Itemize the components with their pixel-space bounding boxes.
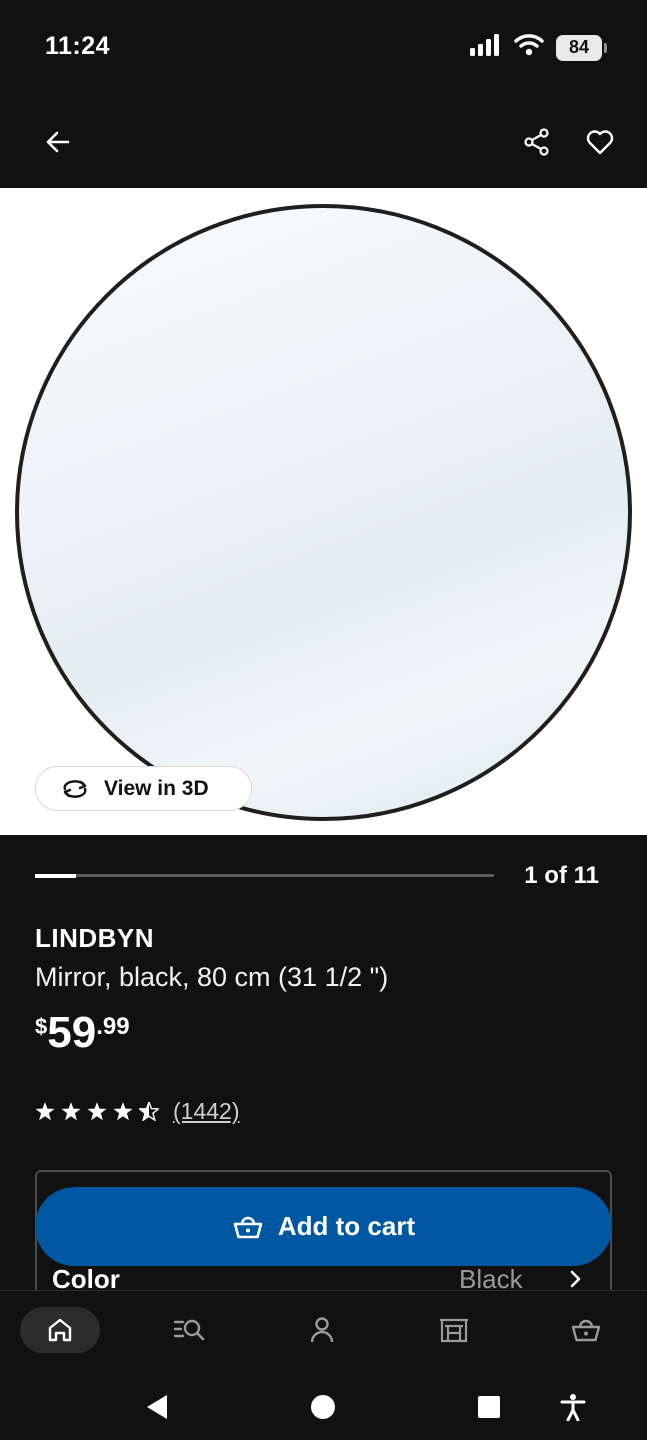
back-button[interactable] bbox=[36, 120, 80, 164]
nav-profile[interactable] bbox=[282, 1307, 362, 1353]
gallery-progress-bar bbox=[35, 873, 494, 878]
view-in-3d-label: View in 3D bbox=[104, 776, 209, 800]
star-rating bbox=[35, 1102, 159, 1121]
status-time: 11:24 bbox=[45, 32, 111, 60]
product-price: $ 59 .99 bbox=[35, 1008, 130, 1058]
system-back-button[interactable] bbox=[142, 1392, 172, 1422]
favorite-button[interactable] bbox=[578, 120, 622, 164]
gallery-progress-fill bbox=[35, 873, 77, 878]
accessibility-button[interactable] bbox=[558, 1392, 588, 1422]
circle-home-icon bbox=[311, 1395, 335, 1419]
review-count-link[interactable]: (1442) bbox=[173, 1098, 239, 1125]
cart-basket-icon bbox=[571, 1319, 601, 1342]
nav-store[interactable] bbox=[414, 1307, 494, 1353]
price-currency: $ bbox=[35, 1014, 48, 1039]
half-star-icon bbox=[139, 1102, 159, 1121]
square-recents-icon bbox=[478, 1396, 500, 1418]
product-name: LINDBYN bbox=[35, 923, 155, 953]
add-to-cart-label: Add to cart bbox=[277, 1211, 416, 1241]
wifi-icon bbox=[514, 34, 544, 61]
star-icon bbox=[87, 1102, 107, 1121]
rotate-3d-icon bbox=[63, 779, 87, 798]
price-decimal: .99 bbox=[96, 1013, 130, 1040]
star-icon bbox=[61, 1102, 81, 1121]
store-icon bbox=[440, 1318, 468, 1343]
view-in-3d-button[interactable]: View in 3D bbox=[35, 766, 252, 811]
signal-icon bbox=[470, 34, 502, 61]
gallery-counter: 1 of 11 bbox=[524, 862, 599, 889]
back-arrow-icon bbox=[46, 131, 70, 153]
heart-icon bbox=[586, 130, 614, 155]
home-icon bbox=[48, 1318, 72, 1342]
top-bar bbox=[0, 95, 647, 188]
product-description: Mirror, black, 80 cm (31 1/2 ") bbox=[35, 962, 389, 992]
bottom-navigation bbox=[0, 1290, 647, 1370]
profile-icon bbox=[310, 1317, 334, 1343]
battery-indicator: 84 bbox=[556, 34, 607, 61]
system-recents-button[interactable] bbox=[474, 1392, 504, 1422]
rating[interactable]: (1442) bbox=[35, 1098, 239, 1125]
product-image-area[interactable]: View in 3D bbox=[0, 188, 647, 835]
triangle-back-icon bbox=[147, 1395, 167, 1419]
add-to-cart-button[interactable]: Add to cart bbox=[35, 1187, 612, 1266]
price-integer: 59 bbox=[47, 1008, 97, 1057]
share-icon bbox=[524, 128, 549, 156]
star-icon bbox=[35, 1102, 55, 1121]
system-navigation bbox=[0, 1370, 647, 1440]
status-bar: 11:24 84 bbox=[0, 0, 647, 95]
nav-home[interactable] bbox=[20, 1307, 100, 1353]
search-list-icon bbox=[173, 1319, 205, 1341]
nav-search[interactable] bbox=[150, 1307, 230, 1353]
status-icons: 84 bbox=[470, 34, 607, 61]
product-image bbox=[15, 204, 632, 821]
system-home-button[interactable] bbox=[308, 1392, 338, 1422]
share-button[interactable] bbox=[515, 120, 559, 164]
cart-basket-icon bbox=[233, 1216, 263, 1238]
star-icon bbox=[113, 1102, 133, 1121]
accessibility-icon bbox=[560, 1394, 586, 1421]
nav-cart[interactable] bbox=[546, 1307, 626, 1353]
chevron-right-icon bbox=[570, 1270, 581, 1288]
